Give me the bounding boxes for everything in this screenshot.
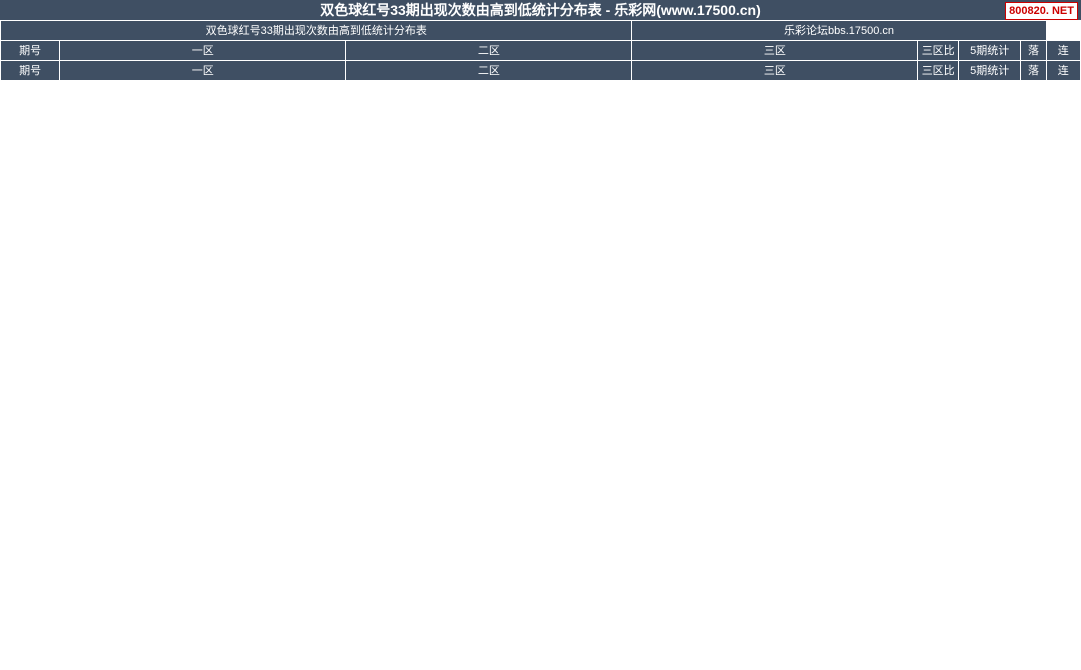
footer-zone3: 三区	[631, 60, 919, 81]
page-banner: 双色球红号33期出现次数由高到低统计分布表 - 乐彩网(www.17500.cn…	[0, 0, 1081, 20]
page-title: 双色球红号33期出现次数由高到低统计分布表 - 乐彩网(www.17500.cn…	[320, 2, 761, 18]
subheader-right: 乐彩论坛bbs.17500.cn	[631, 20, 1047, 41]
stats-table: 双色球红号33期出现次数由高到低统计分布表 乐彩论坛bbs.17500.cn 期…	[0, 20, 1081, 81]
header-zone3: 三区	[631, 40, 919, 61]
table-header-bottom: 期号 一区 二区 三区 三区比 5期统计 落 连	[0, 60, 1081, 81]
table-subheader: 双色球红号33期出现次数由高到低统计分布表 乐彩论坛bbs.17500.cn	[0, 20, 1081, 41]
header-period: 期号	[0, 40, 61, 61]
header-lian: 连	[1045, 40, 1081, 61]
header-ratio: 三区比	[917, 40, 959, 61]
table-header-top: 期号 一区 二区 三区 三区比 5期统计 落 连	[0, 40, 1081, 61]
footer-drop: 落	[1020, 60, 1047, 81]
footer-zone2: 二区	[345, 60, 633, 81]
footer-lian: 连	[1045, 60, 1081, 81]
header-zone1: 一区	[59, 40, 347, 61]
brand-badge[interactable]: 800820. NET	[1005, 2, 1078, 20]
footer-stats: 5期统计	[957, 60, 1022, 81]
header-zone2: 二区	[345, 40, 633, 61]
footer-ratio: 三区比	[917, 60, 959, 81]
footer-zone1: 一区	[59, 60, 347, 81]
footer-period: 期号	[0, 60, 61, 81]
subheader-left: 双色球红号33期出现次数由高到低统计分布表	[0, 20, 633, 41]
header-drop: 落	[1020, 40, 1047, 61]
header-stats: 5期统计	[957, 40, 1022, 61]
